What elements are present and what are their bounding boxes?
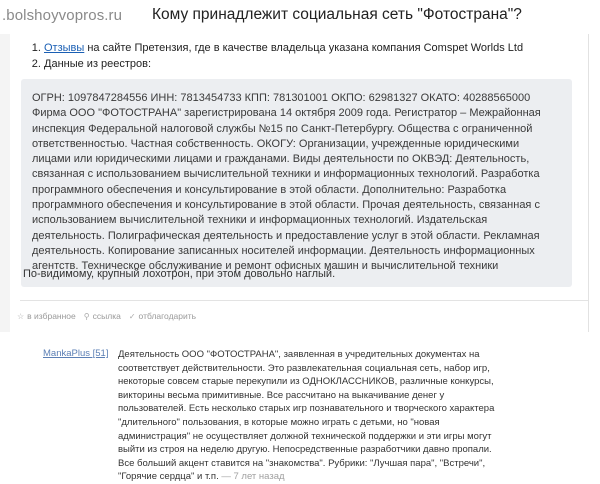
site-name[interactable]: .bolshoyvopros.ru [2, 7, 122, 24]
thumb-icon: ✓ [128, 311, 136, 321]
answer-conclusion: По-видимому, крупный лохотрон, при этом … [23, 268, 336, 280]
registry-quote: ОГРН: 1097847284556 ИНН: 7813454733 КПП:… [21, 79, 572, 287]
references-list: Отзывы на сайте Претензия, где в качеств… [32, 40, 523, 72]
page-title: Кому принадлежит социальная сеть "Фотост… [152, 6, 522, 23]
top-bar: .bolshoyvopros.ru Кому принадлежит социа… [0, 0, 600, 34]
star-icon: ☆ [17, 311, 25, 321]
thank-button[interactable]: ✓ отблагодарить [129, 311, 196, 321]
favorite-label: в избранное [27, 311, 76, 321]
reference-item: Отзывы на сайте Претензия, где в качеств… [44, 40, 523, 56]
comment-author[interactable]: MankaPlus [51] [43, 348, 108, 359]
reviews-link[interactable]: Отзывы [44, 42, 84, 54]
answer-actions: ☆ в избранное ⚲ ссылка ✓ отблагодарить [17, 311, 196, 321]
left-margin [0, 34, 10, 332]
comment-time: — 7 лет назад [218, 471, 285, 483]
link-icon: ⚲ [83, 311, 90, 321]
reference-text: на сайте Претензия, где в качестве владе… [84, 42, 524, 54]
link-label: ссылка [92, 311, 121, 321]
reference-item: Данные из реестров: [44, 56, 523, 72]
favorite-button[interactable]: ☆ в избранное [17, 311, 76, 321]
comment-text: Деятельность ООО "ФОТОСТРАНА", заявленна… [118, 349, 495, 483]
divider [20, 300, 588, 301]
registry-quote-text: ОГРН: 1097847284556 ИНН: 7813454733 КПП:… [32, 92, 541, 273]
comment: MankaPlus [51] Деятельность ООО "ФОТОСТР… [37, 342, 582, 482]
thank-label: отблагодарить [138, 311, 197, 321]
answer-card: Отзывы на сайте Претензия, где в качеств… [10, 34, 589, 332]
reference-text: Данные из реестров: [44, 58, 152, 70]
link-button[interactable]: ⚲ ссылка [84, 311, 121, 321]
comment-body: Деятельность ООО "ФОТОСТРАНА", заявленна… [118, 348, 508, 484]
